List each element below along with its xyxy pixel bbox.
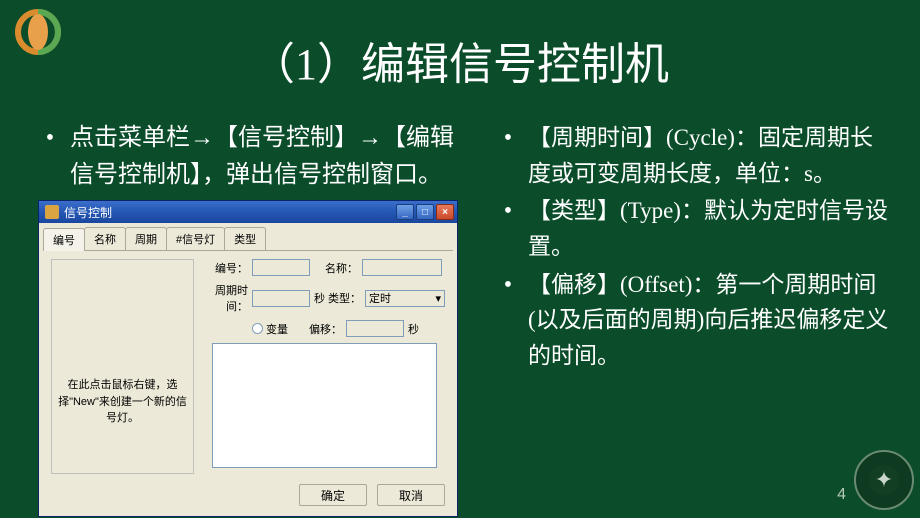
maximize-button[interactable]: □ [416, 204, 434, 220]
tab-id[interactable]: 编号 [43, 228, 85, 251]
dialog-tabs: 编号 名称 周期 #信号灯 类型 [39, 223, 457, 250]
slide-title: （1）编辑信号控制机 [0, 0, 920, 92]
id-input[interactable] [252, 259, 310, 276]
signal-list-panel[interactable]: 在此点击鼠标右键，选择"New"来创建一个新的信号灯。 [51, 259, 194, 474]
variable-radio[interactable] [252, 323, 263, 334]
offset-label: 偏移： [288, 321, 346, 337]
cancel-button[interactable]: 取消 [377, 484, 445, 506]
right-bullet-1-text: 【周期时间】(Cycle)：固定周期长度或可变周期长度，单位：s。 [528, 120, 890, 191]
right-bullet-1: • 【周期时间】(Cycle)：固定周期长度或可变周期长度，单位：s。 [488, 120, 890, 191]
detail-listbox[interactable] [212, 343, 437, 468]
bullet-dot-icon: • [488, 193, 528, 264]
name-input[interactable] [362, 259, 442, 276]
university-seal-icon: ✦ [854, 450, 914, 510]
page-number: 4 [837, 486, 846, 504]
slide-logo-icon [14, 8, 62, 56]
right-bullet-2-text: 【类型】(Type)：默认为定时信号设置。 [528, 193, 890, 264]
right-bullet-2: • 【类型】(Type)：默认为定时信号设置。 [488, 193, 890, 264]
type-label: 类型： [325, 290, 365, 306]
offset-input[interactable] [346, 320, 404, 337]
type-select[interactable]: 定时▾ [365, 290, 445, 307]
bullet-dot-icon: • [488, 120, 528, 191]
tab-signals[interactable]: #信号灯 [166, 227, 225, 250]
cycle-unit: 秒 [314, 290, 325, 306]
variable-label: 变量 [266, 321, 288, 337]
right-bullet-3: • 【偏移】(Offset)：第一个周期时间(以及后面的周期)向后推迟偏移定义的… [488, 267, 890, 374]
bullet-dot-icon: • [488, 267, 528, 374]
tab-name[interactable]: 名称 [84, 227, 126, 250]
close-button[interactable]: × [436, 204, 454, 220]
id-label: 编号： [204, 260, 252, 276]
cycle-input[interactable] [252, 290, 310, 307]
bullet-dot-icon: • [30, 120, 70, 194]
cycle-label: 周期时间： [204, 282, 252, 314]
tab-type[interactable]: 类型 [224, 227, 266, 250]
chevron-down-icon: ▾ [435, 292, 441, 305]
signal-control-dialog: 信号控制 _ □ × 编号 名称 周期 #信号灯 类型 在此点击鼠 [38, 200, 458, 517]
main-bullet-text: 点击菜单栏→【信号控制】→【编辑信号控制机】，弹出信号控制窗口。 [70, 120, 470, 194]
ok-button[interactable]: 确定 [299, 484, 367, 506]
dialog-title-text: 信号控制 [64, 204, 396, 221]
minimize-button[interactable]: _ [396, 204, 414, 220]
right-bullet-3-text: 【偏移】(Offset)：第一个周期时间(以及后面的周期)向后推迟偏移定义的时间… [528, 267, 890, 374]
dialog-app-icon [45, 205, 59, 219]
main-bullet: • 点击菜单栏→【信号控制】→【编辑信号控制机】，弹出信号控制窗口。 [30, 120, 470, 194]
name-label: 名称： [310, 260, 362, 276]
dialog-titlebar: 信号控制 _ □ × [39, 201, 457, 223]
tab-cycle[interactable]: 周期 [125, 227, 167, 250]
offset-unit: 秒 [408, 321, 419, 337]
hint-text: 在此点击鼠标右键，选择"New"来创建一个新的信号灯。 [58, 377, 187, 427]
